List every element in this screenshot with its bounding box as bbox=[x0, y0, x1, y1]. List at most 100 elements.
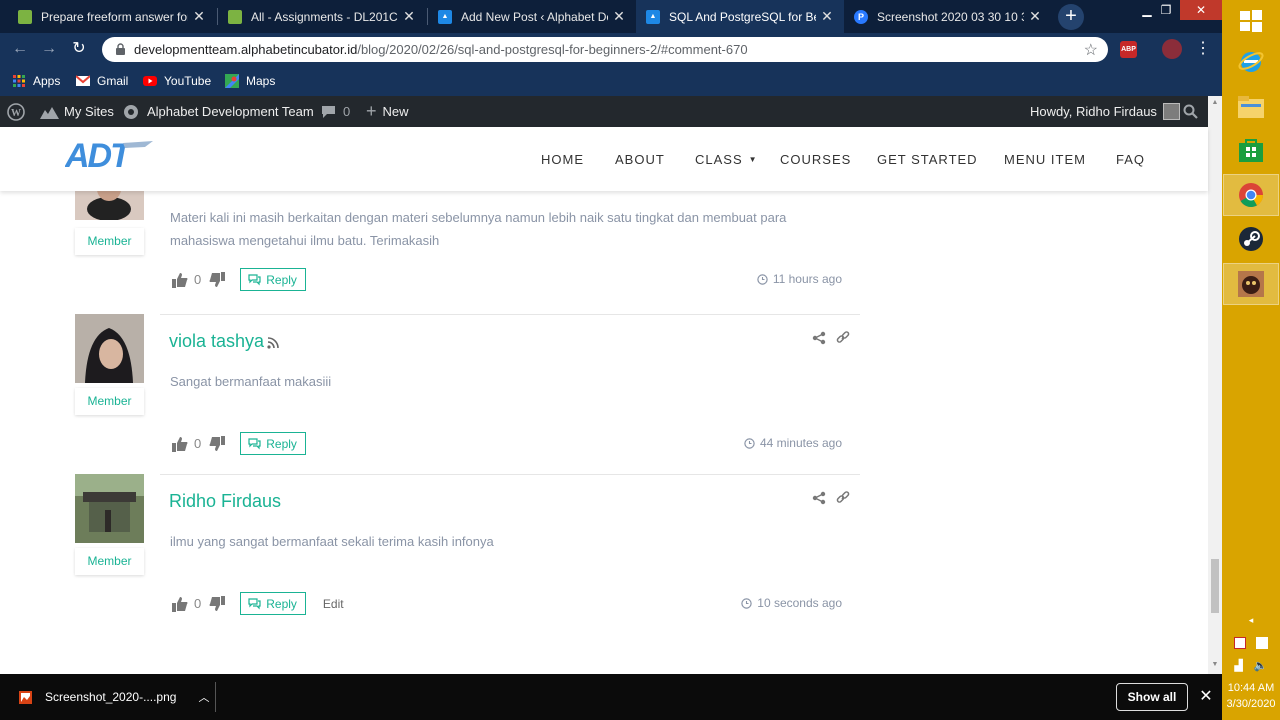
taskbar-file-explorer[interactable] bbox=[1223, 86, 1279, 128]
tab-close-icon[interactable]: ✕ bbox=[402, 8, 416, 25]
wp-admin-bar: W My Sites Alphabet Development Team 0 +… bbox=[0, 96, 1222, 127]
menu-about[interactable]: ABOUT bbox=[615, 152, 665, 167]
taskbar-store[interactable] bbox=[1223, 129, 1279, 171]
page-scrollbar[interactable]: ▲ ▼ bbox=[1208, 96, 1222, 674]
menu-faq[interactable]: FAQ bbox=[1116, 152, 1145, 167]
tab-prepare-freeform[interactable]: Prepare freeform answer for A ✕ bbox=[8, 0, 216, 33]
forward-button[interactable]: → bbox=[38, 38, 60, 60]
tab-close-icon[interactable]: ✕ bbox=[1028, 8, 1042, 25]
menu-home[interactable]: HOME bbox=[541, 152, 584, 167]
adblock-plus-icon[interactable]: ABP bbox=[1120, 41, 1137, 58]
reload-button[interactable]: ↻ bbox=[68, 38, 90, 60]
link-icon[interactable] bbox=[836, 491, 850, 505]
tab-title: All - Assignments - DL201C - S bbox=[251, 9, 398, 24]
youtube-icon bbox=[143, 75, 157, 86]
action-center-icon[interactable] bbox=[1234, 637, 1247, 649]
reply-button[interactable]: Reply bbox=[240, 592, 306, 615]
taskbar-steam[interactable] bbox=[1223, 218, 1279, 260]
new-tab-button[interactable]: + bbox=[1058, 4, 1084, 30]
reply-button[interactable]: Reply bbox=[240, 432, 306, 455]
tab-sql-postgresql[interactable]: ▲ SQL And PostgreSQL for Begin ✕ bbox=[636, 0, 844, 33]
site-logo[interactable]: ADT bbox=[65, 137, 155, 173]
vote-count: 0 bbox=[194, 596, 202, 611]
site-name-menu[interactable]: Alphabet Development Team bbox=[123, 96, 314, 127]
avatar-photo bbox=[75, 474, 144, 543]
tab-add-new-post[interactable]: ▲ Add New Post ‹ Alphabet Dev ✕ bbox=[428, 0, 636, 33]
tray-expand-icon[interactable]: ◂ bbox=[1222, 615, 1280, 626]
scrollbar-thumb[interactable] bbox=[1211, 559, 1219, 613]
comments-menu[interactable]: 0 bbox=[321, 96, 350, 127]
link-icon[interactable] bbox=[836, 331, 850, 345]
menu-menu-item[interactable]: MENU ITEM bbox=[1004, 152, 1086, 167]
bookmark-label: YouTube bbox=[164, 73, 212, 88]
wordpress-logo-icon[interactable]: W bbox=[7, 96, 25, 127]
bookmarks-bar: Apps Gmail YouTube Maps bbox=[0, 65, 1222, 96]
address-bar[interactable]: developmentteam.alphabetincubator.id/blo… bbox=[102, 37, 1108, 62]
tab-close-icon[interactable]: ✕ bbox=[192, 8, 206, 25]
tab-close-icon[interactable]: ✕ bbox=[612, 8, 626, 25]
browser-menu-icon[interactable]: ⋮ bbox=[1195, 38, 1211, 60]
comment-author[interactable]: Ridho Firdaus bbox=[169, 491, 281, 512]
share-icon[interactable] bbox=[812, 491, 826, 505]
chrome-icon bbox=[1239, 183, 1263, 208]
wordpress-icon: W bbox=[7, 102, 25, 121]
scroll-up-arrow-icon[interactable]: ▲ bbox=[1211, 99, 1219, 106]
thumbs-down-icon[interactable] bbox=[209, 435, 226, 452]
restore-button[interactable]: ❐ bbox=[1152, 0, 1180, 20]
taskbar-app-game[interactable] bbox=[1223, 263, 1279, 305]
download-shelf: Screenshot_2020-....png ︿ Show all ✕ bbox=[0, 674, 1222, 720]
bookmark-apps[interactable]: Apps bbox=[12, 65, 60, 96]
tab-screenshot[interactable]: P Screenshot 2020 03 30 10 39 ✕ bbox=[844, 0, 1052, 33]
show-all-downloads-button[interactable]: Show all bbox=[1116, 683, 1188, 711]
thumbs-up-icon[interactable] bbox=[172, 272, 188, 288]
close-download-bar-icon[interactable]: ✕ bbox=[1198, 686, 1214, 706]
edit-comment-link[interactable]: Edit bbox=[323, 597, 344, 611]
rss-icon[interactable] bbox=[267, 337, 279, 349]
bookmark-maps[interactable]: Maps bbox=[225, 65, 275, 96]
close-window-button[interactable]: ✕ bbox=[1180, 0, 1222, 20]
menu-get-started[interactable]: GET STARTED bbox=[877, 152, 978, 167]
thumbs-down-icon[interactable] bbox=[209, 271, 226, 288]
tray-app-icon[interactable] bbox=[1255, 637, 1268, 649]
bookmark-youtube[interactable]: YouTube bbox=[143, 65, 211, 96]
comment-author[interactable]: viola tashya bbox=[169, 331, 264, 352]
thumbs-down-icon[interactable] bbox=[209, 595, 226, 612]
download-item[interactable]: Screenshot_2020-....png ︿ bbox=[18, 674, 209, 720]
bookmark-gmail[interactable]: Gmail bbox=[76, 65, 128, 96]
taskbar-chrome[interactable] bbox=[1223, 174, 1279, 216]
role-badge: Member bbox=[75, 228, 144, 255]
role-badge: Member bbox=[75, 548, 144, 575]
avatar-photo bbox=[75, 191, 144, 220]
scroll-down-arrow-icon[interactable]: ▼ bbox=[1211, 661, 1219, 668]
maps-icon bbox=[225, 73, 239, 88]
menu-class[interactable]: CLASS ▼ bbox=[695, 152, 758, 167]
clock-date[interactable]: 3/30/2020 bbox=[1222, 698, 1280, 710]
taskbar-internet-explorer[interactable] bbox=[1223, 40, 1279, 82]
network-icon[interactable]: ▟ bbox=[1234, 660, 1242, 672]
new-content-menu[interactable]: + New bbox=[366, 96, 409, 127]
start-button[interactable] bbox=[1223, 0, 1279, 42]
share-icon[interactable] bbox=[812, 331, 826, 345]
tab-title: Prepare freeform answer for A bbox=[41, 9, 188, 24]
tab-close-icon[interactable]: ✕ bbox=[820, 8, 834, 25]
apps-grid-icon bbox=[13, 74, 25, 87]
admin-search-icon[interactable] bbox=[1183, 96, 1198, 127]
thumbs-up-icon[interactable] bbox=[172, 596, 188, 612]
internet-explorer-icon bbox=[1238, 52, 1264, 72]
menu-courses[interactable]: COURSES bbox=[780, 152, 851, 167]
windows-taskbar: ◂ ▟ 🔈 10:44 AM 3/30/2020 bbox=[1222, 0, 1280, 720]
volume-icon[interactable]: 🔈 bbox=[1254, 660, 1268, 672]
thumbs-up-icon[interactable] bbox=[172, 436, 188, 452]
comment-avatar bbox=[75, 191, 144, 220]
clock-time[interactable]: 10:44 AM bbox=[1222, 682, 1280, 694]
reply-button[interactable]: Reply bbox=[240, 268, 306, 291]
reply-label: Reply bbox=[266, 436, 297, 451]
back-button[interactable]: ← bbox=[9, 38, 31, 60]
url-path: /blog/2020/02/26/sql-and-postgresql-for-… bbox=[357, 42, 748, 57]
profile-avatar[interactable] bbox=[1162, 39, 1182, 59]
my-sites-menu[interactable]: My Sites bbox=[40, 96, 114, 127]
tab-assignments[interactable]: All - Assignments - DL201C - S ✕ bbox=[218, 0, 426, 33]
bookmark-star-icon[interactable]: ☆ bbox=[1084, 40, 1098, 60]
chevron-up-icon[interactable]: ︿ bbox=[198, 689, 209, 705]
howdy-account-menu[interactable]: Howdy, Ridho Firdaus bbox=[1030, 96, 1180, 127]
